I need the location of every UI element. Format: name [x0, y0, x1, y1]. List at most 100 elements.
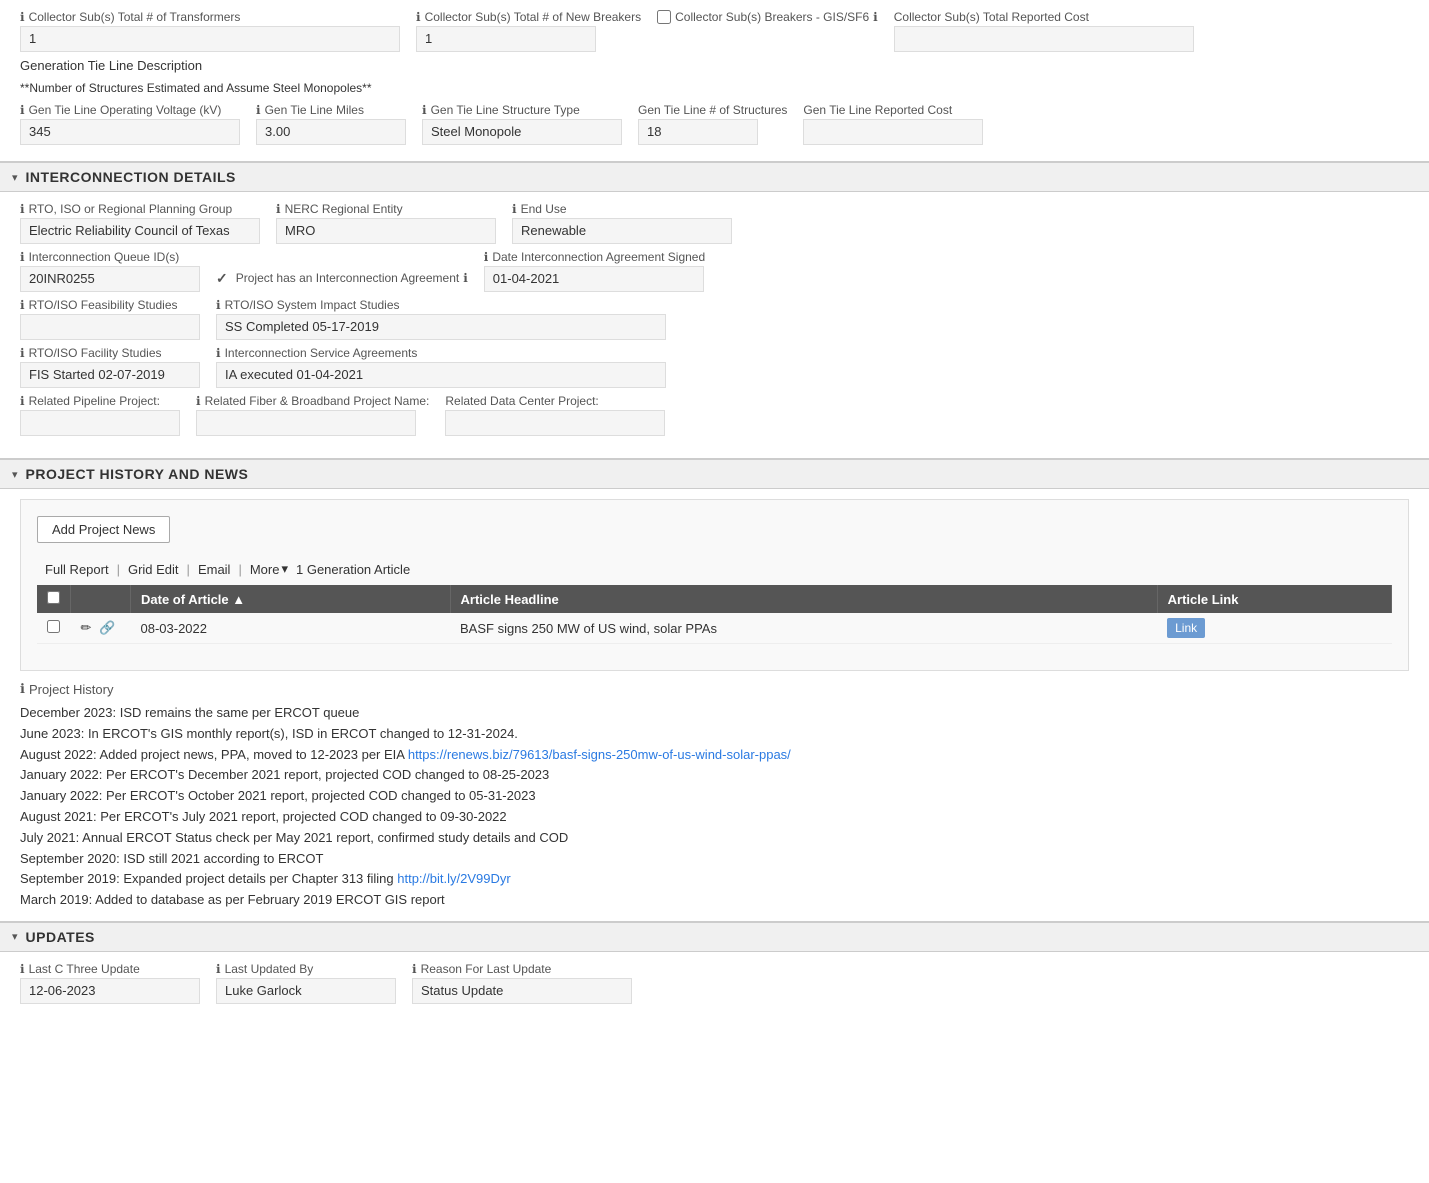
history-entry: July 2021: Annual ERCOT Status check per… [20, 828, 1409, 849]
row-link-cell: Link [1157, 613, 1391, 644]
gen-tie-note: **Number of Structures Estimated and Ass… [20, 79, 1409, 103]
table-row: ✏ 🔗 08-03-2022 BASF signs 250 MW of US w… [37, 613, 1392, 644]
service-agreements-field: ℹ Interconnection Service Agreements IA … [216, 346, 666, 388]
date-signed-label: ℹ Date Interconnection Agreement Signed [484, 250, 705, 264]
full-report-btn[interactable]: Full Report [37, 558, 117, 581]
info-icon-gts: ℹ [422, 103, 427, 117]
updates-content: ℹ Last C Three Update 12-06-2023 ℹ Last … [0, 952, 1429, 1026]
info-icon-fc: ℹ [20, 346, 25, 360]
updates-title: UPDATES [26, 929, 95, 945]
history-link[interactable]: https://renews.biz/79613/basf-signs-250m… [408, 747, 791, 762]
row-link-button[interactable]: Link [1167, 618, 1205, 638]
email-btn[interactable]: Email [190, 558, 239, 581]
th-date[interactable]: Date of Article ▲ [131, 585, 451, 613]
queue-id-label: ℹ Interconnection Queue ID(s) [20, 250, 200, 264]
facility-label: ℹ RTO/ISO Facility Studies [20, 346, 200, 360]
system-impact-value: SS Completed 05-17-2019 [216, 314, 666, 340]
add-project-news-button[interactable]: Add Project News [37, 516, 170, 543]
interconnection-section-header[interactable]: ▾ INTERCONNECTION DETAILS [0, 161, 1429, 192]
gen-tie-structure-field: ℹ Gen Tie Line Structure Type Steel Mono… [422, 103, 622, 145]
collector-gis-checkbox[interactable] [657, 10, 671, 24]
checkmark-icon: ✓ [216, 270, 228, 287]
info-icon-pp: ℹ [20, 394, 25, 408]
collector-breakers-label: ℹ Collector Sub(s) Total # of New Breake… [416, 10, 641, 24]
nerc-field: ℹ NERC Regional Entity MRO [276, 202, 496, 244]
article-count: 1 Generation Article [296, 562, 410, 577]
info-icon-fb: ℹ [196, 394, 201, 408]
gen-tie-miles-field: ℹ Gen Tie Line Miles 3.00 [256, 103, 406, 145]
datacenter-field: Related Data Center Project: [445, 394, 665, 436]
news-table-header-row: Date of Article ▲ Article Headline Artic… [37, 585, 1392, 613]
datacenter-label: Related Data Center Project: [445, 394, 665, 408]
info-icon-nerc: ℹ [276, 202, 281, 216]
ic-agreement-field: ✓ Project has an Interconnection Agreeme… [216, 250, 468, 292]
last-updated-by-field: ℹ Last Updated By Luke Garlock [216, 962, 396, 1004]
gen-tie-miles-value: 3.00 [256, 119, 406, 145]
row-link-icon[interactable]: 🔗 [99, 620, 115, 635]
gen-tie-miles-label: ℹ Gen Tie Line Miles [256, 103, 406, 117]
project-history-chevron: ▾ [12, 468, 18, 481]
row-actions-cell: ✏ 🔗 [71, 613, 131, 644]
ic-row1: ℹ RTO, ISO or Regional Planning Group El… [20, 202, 1409, 244]
info-icon-ct: ℹ [20, 10, 25, 24]
table-toolbar: Full Report | Grid Edit | Email | More ▾… [37, 557, 1392, 581]
gen-tie-voltage-value: 345 [20, 119, 240, 145]
history-entry: September 2020: ISD still 2021 according… [20, 849, 1409, 870]
gen-tie-voltage-field: ℹ Gen Tie Line Operating Voltage (kV) 34… [20, 103, 240, 145]
fiber-field: ℹ Related Fiber & Broadband Project Name… [196, 394, 429, 436]
gen-tie-num-structures-value: 18 [638, 119, 758, 145]
row-edit-icon[interactable]: ✏ [81, 620, 92, 635]
history-link[interactable]: http://bit.ly/2V99Dyr [397, 871, 510, 886]
row-checkbox[interactable] [47, 620, 60, 633]
gen-tie-structure-label: ℹ Gen Tie Line Structure Type [422, 103, 622, 117]
last-updated-by-value: Luke Garlock [216, 978, 396, 1004]
history-entry: January 2022: Per ERCOT's October 2021 r… [20, 786, 1409, 807]
info-icon-fs: ℹ [20, 298, 25, 312]
updates-row: ℹ Last C Three Update 12-06-2023 ℹ Last … [20, 962, 1409, 1004]
info-icon-eu: ℹ [512, 202, 517, 216]
ic-row2: ℹ Interconnection Queue ID(s) 20INR0255 … [20, 250, 1409, 292]
info-icon-qi: ℹ [20, 250, 25, 264]
pipeline-value [20, 410, 180, 436]
row-headline: BASF signs 250 MW of US wind, solar PPAs [450, 613, 1157, 644]
collector-breakers-field: ℹ Collector Sub(s) Total # of New Breake… [416, 10, 641, 52]
history-entry: August 2022: Added project news, PPA, mo… [20, 745, 1409, 766]
updates-section-header[interactable]: ▾ UPDATES [0, 921, 1429, 952]
gen-tie-cost-field: Gen Tie Line Reported Cost [803, 103, 983, 145]
queue-id-field: ℹ Interconnection Queue ID(s) 20INR0255 [20, 250, 200, 292]
gen-tie-voltage-label: ℹ Gen Tie Line Operating Voltage (kV) [20, 103, 240, 117]
grid-edit-btn[interactable]: Grid Edit [120, 558, 187, 581]
last-updated-by-label: ℹ Last Updated By [216, 962, 396, 976]
queue-id-value: 20INR0255 [20, 266, 200, 292]
info-icon-si: ℹ [216, 298, 221, 312]
info-icon-gtv: ℹ [20, 103, 25, 117]
collector-cost-label: Collector Sub(s) Total Reported Cost [894, 10, 1194, 24]
history-entry: June 2023: In ERCOT's GIS monthly report… [20, 724, 1409, 745]
info-icon-gis: ℹ [873, 10, 878, 24]
project-history-title: PROJECT HISTORY and NEWS [26, 466, 249, 482]
history-entry: September 2019: Expanded project details… [20, 869, 1409, 890]
feasibility-label: ℹ RTO/ISO Feasibility Studies [20, 298, 200, 312]
rto-field: ℹ RTO, ISO or Regional Planning Group El… [20, 202, 260, 244]
gen-tie-desc-row: Generation Tie Line Description [20, 58, 1409, 73]
collector-transformers-field: ℹ Collector Sub(s) Total # of Transforme… [20, 10, 400, 52]
collector-transformers-label: ℹ Collector Sub(s) Total # of Transforme… [20, 10, 400, 24]
end-use-value: Renewable [512, 218, 732, 244]
project-history-section-header[interactable]: ▾ PROJECT HISTORY and NEWS [0, 458, 1429, 489]
collector-row: ℹ Collector Sub(s) Total # of Transforme… [20, 10, 1409, 52]
info-icon-sa: ℹ [216, 346, 221, 360]
select-all-checkbox[interactable] [47, 591, 60, 604]
more-chevron-icon: ▾ [281, 561, 288, 577]
service-agreements-value: IA executed 01-04-2021 [216, 362, 666, 388]
date-signed-field: ℹ Date Interconnection Agreement Signed … [484, 250, 705, 292]
th-actions [71, 585, 131, 613]
system-impact-label: ℹ RTO/ISO System Impact Studies [216, 298, 666, 312]
history-entry: March 2019: Added to database as per Feb… [20, 890, 1409, 911]
gen-tie-num-structures-label: Gen Tie Line # of Structures [638, 103, 787, 117]
interconnection-chevron: ▾ [12, 171, 18, 184]
gen-tie-description-label: Generation Tie Line Description [20, 58, 202, 73]
rto-value: Electric Reliability Council of Texas [20, 218, 260, 244]
news-table-body: ✏ 🔗 08-03-2022 BASF signs 250 MW of US w… [37, 613, 1392, 644]
more-btn[interactable]: More ▾ [242, 557, 296, 581]
ic-row4: ℹ RTO/ISO Facility Studies FIS Started 0… [20, 346, 1409, 388]
